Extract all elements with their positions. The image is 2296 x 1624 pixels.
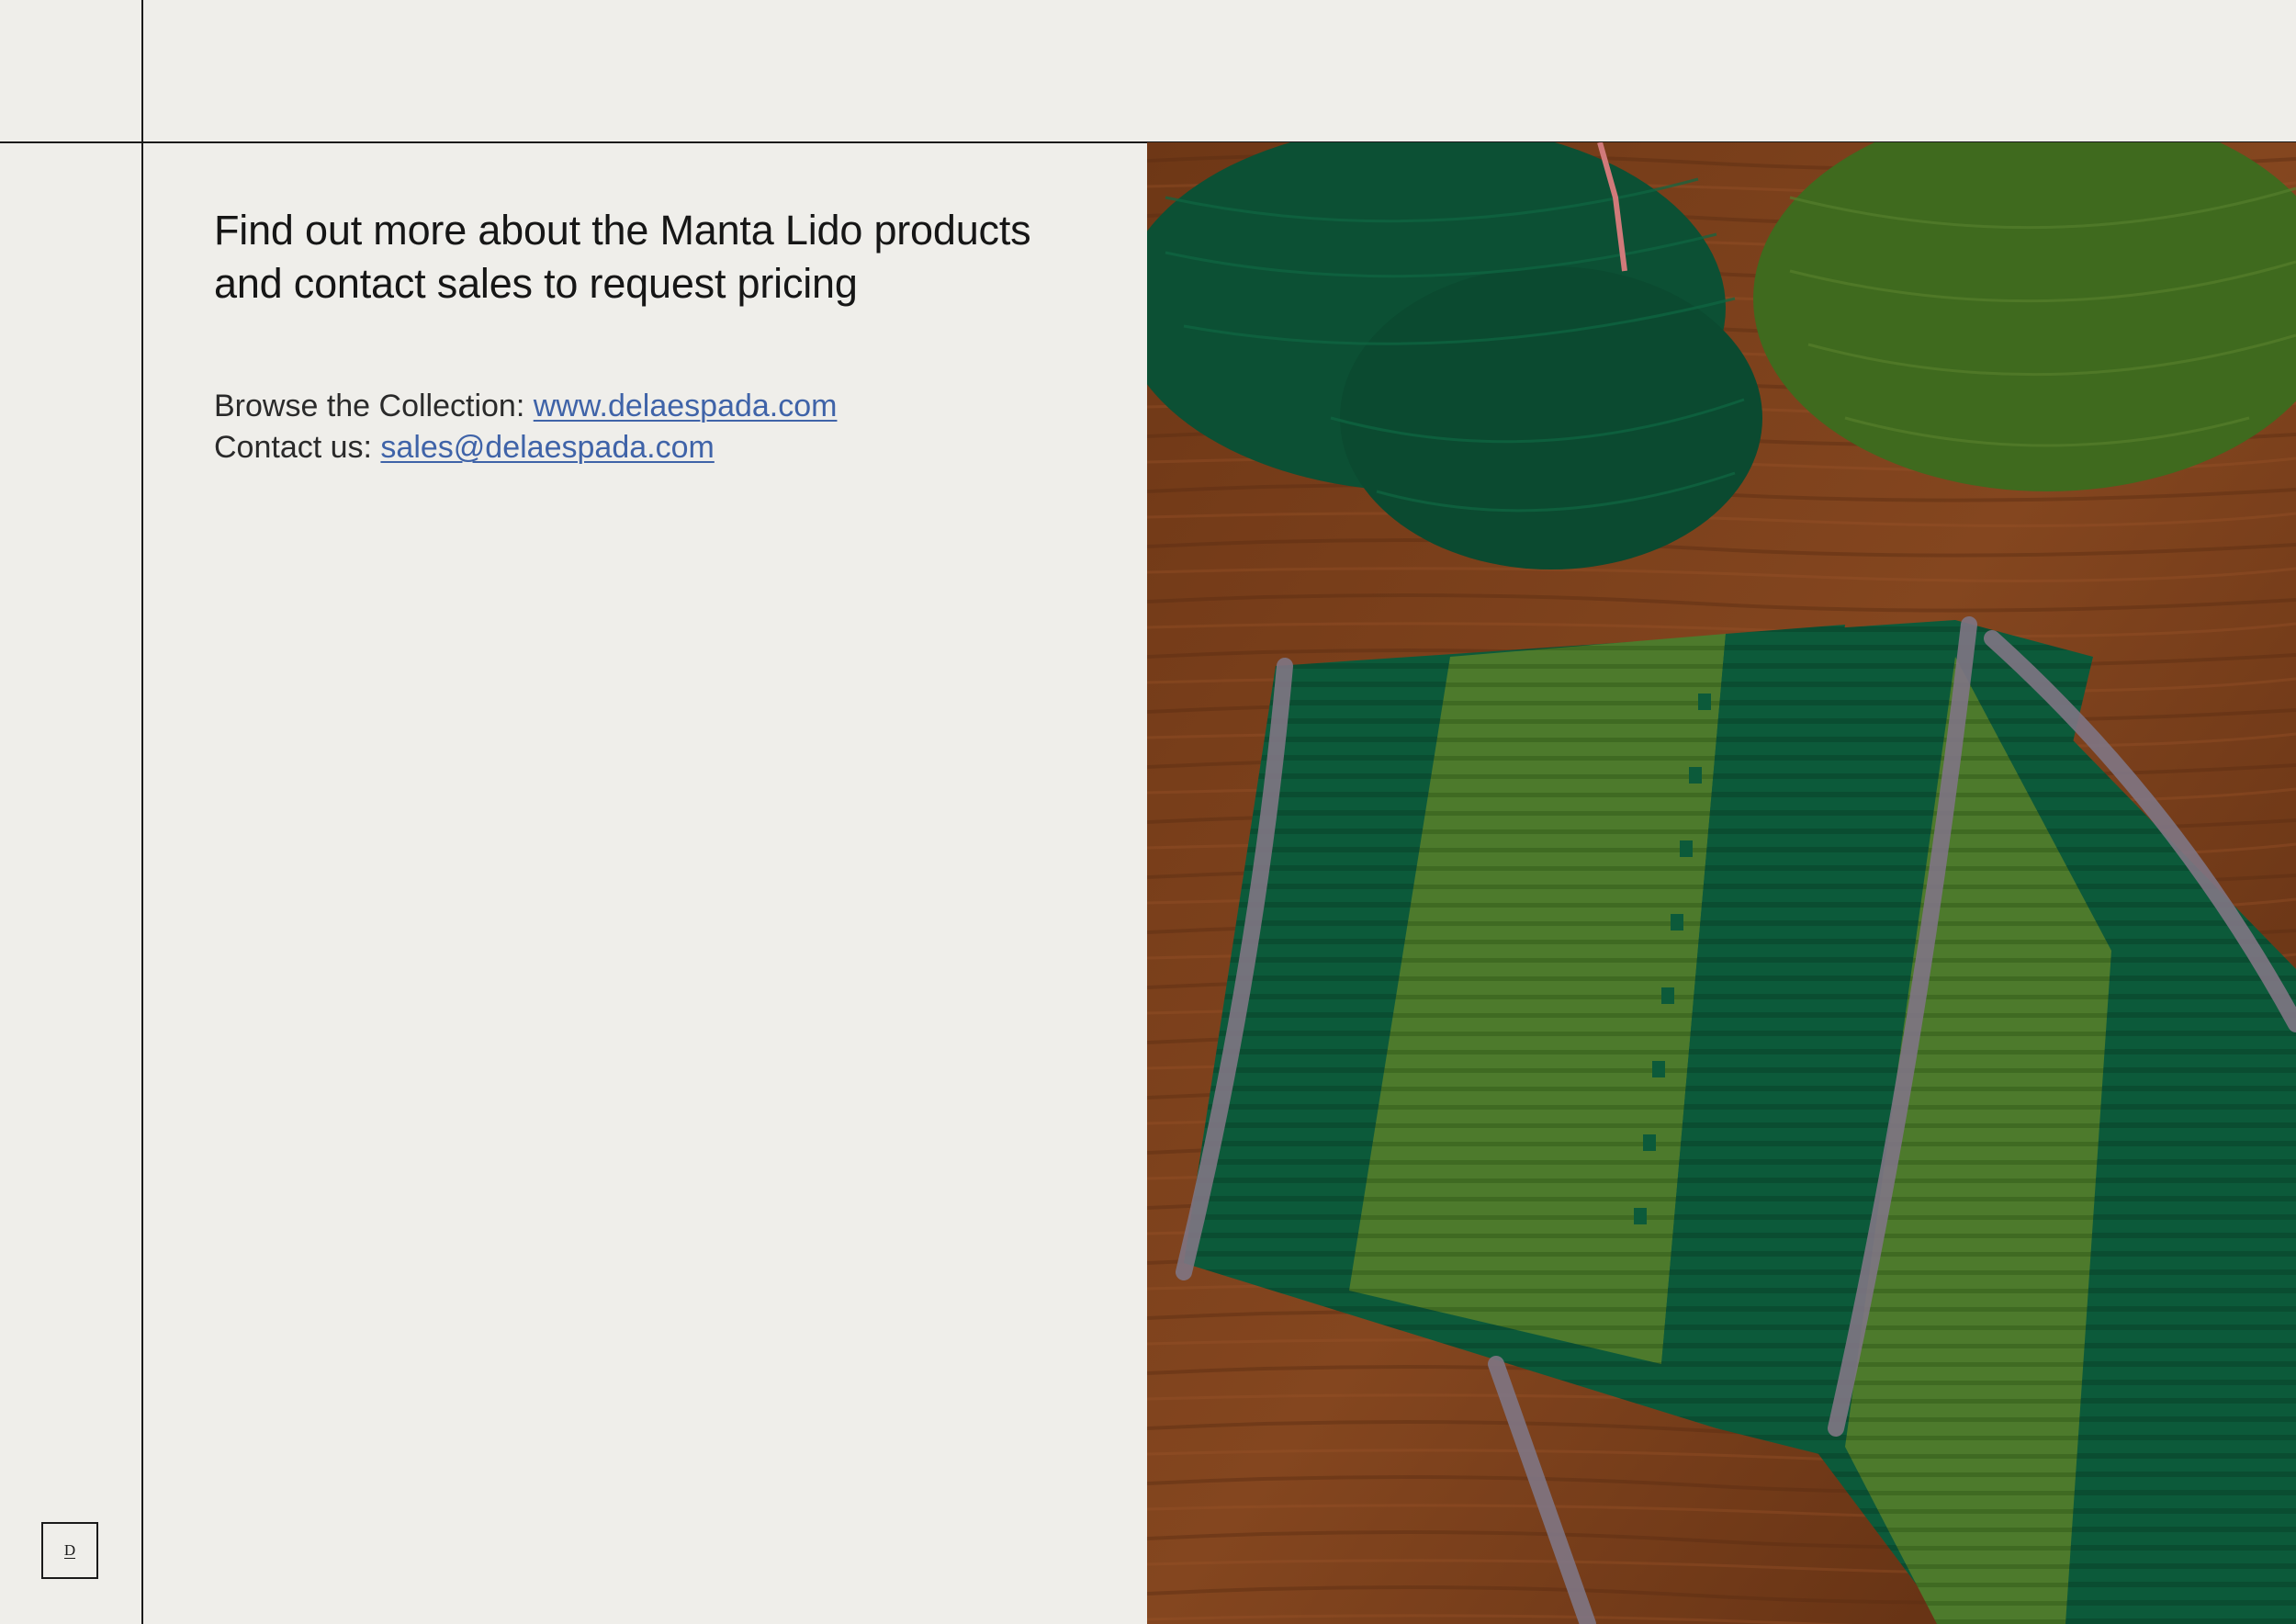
logo-mark: D [63, 1540, 76, 1559]
contact-row: Contact us: sales@delaespada.com [214, 427, 1132, 468]
contact-label: Contact us: [214, 430, 381, 465]
website-link[interactable]: www.delaespada.com [534, 389, 838, 423]
browse-label: Browse the Collection: [214, 389, 534, 423]
vertical-rule [141, 0, 143, 1624]
contact-info: Browse the Collection: www.delaespada.co… [214, 386, 1132, 468]
page: Find out more about the Manta Lido produ… [0, 0, 2296, 1624]
email-link[interactable]: sales@delaespada.com [380, 430, 714, 465]
headline-line-2: and contact sales to request pricing [214, 260, 858, 307]
brand-logo: D [41, 1522, 98, 1579]
headline-line-1: Find out more about the Manta Lido produ… [214, 207, 1031, 254]
headline: Find out more about the Manta Lido produ… [214, 204, 1132, 310]
browse-row: Browse the Collection: www.delaespada.co… [214, 386, 1132, 427]
rug-yarn-illustration [1147, 142, 2296, 1624]
product-photo [1147, 142, 2296, 1624]
